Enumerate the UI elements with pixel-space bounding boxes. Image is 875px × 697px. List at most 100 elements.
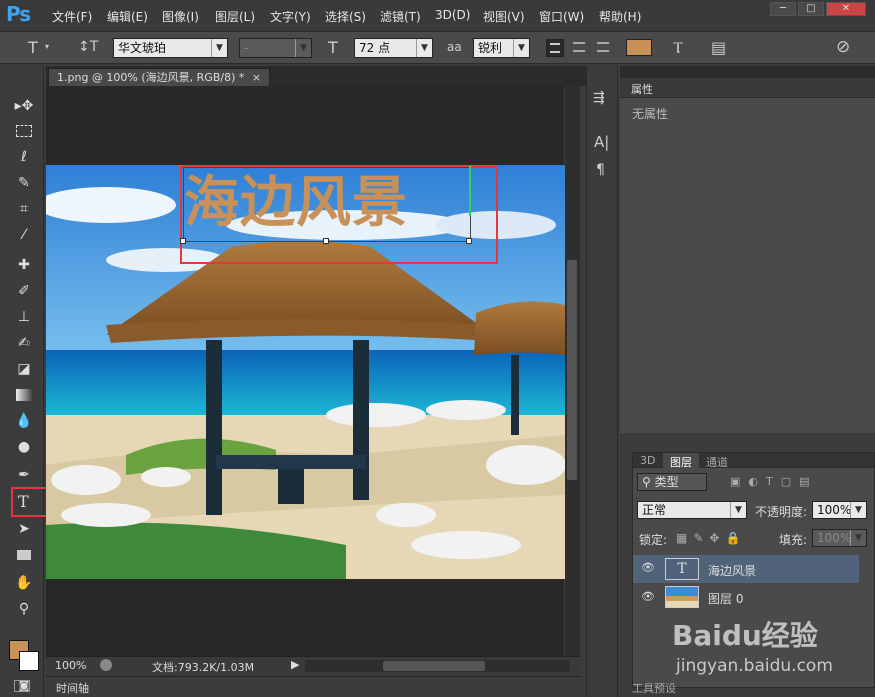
menu-type[interactable]: 文字(Y) [270,8,311,25]
quick-select-tool-icon[interactable]: ✎ [12,172,36,194]
text-tool-preset-icon[interactable]: T [28,38,38,57]
timeline-label[interactable]: 时间轴 [56,680,89,696]
scroll-thumb[interactable] [383,661,485,671]
rectangle-tool-icon[interactable] [12,544,36,566]
menu-window[interactable]: 窗口(W) [539,8,584,25]
menu-filter[interactable]: 滤镜(T) [380,8,421,25]
paragraph-icon[interactable]: ¶ [596,162,605,178]
blend-mode-select[interactable]: 正常 ▼ [637,501,747,519]
font-size-value: 72 点 [359,41,391,55]
fill-label: 填充: [779,533,808,547]
text-layer-thumbnail-icon: T [665,558,699,580]
antialias-select[interactable]: 锐利 ▼ [473,38,530,58]
chevron-down-icon: ▼ [730,502,746,518]
warp-text-icon[interactable]: Ⲧ [673,38,683,58]
transform-handle[interactable] [323,238,329,244]
history-icon[interactable]: ⇶ [593,90,605,106]
chevron-down-icon: ▼ [513,39,529,57]
status-icon [100,659,112,671]
align-center-icon [573,42,585,52]
pen-tool-icon[interactable]: ✒ [12,464,36,486]
opacity-value: 100% [817,503,852,517]
properties-title[interactable]: 属性 [631,81,653,97]
tab-3d[interactable]: 3D [640,454,655,467]
zoom-level[interactable]: 100% [55,659,86,672]
text-color-swatch[interactable] [626,39,652,56]
align-left-button[interactable] [546,39,564,57]
baidu-watermark: Baidu经验 [672,619,818,652]
zoom-tool-icon[interactable]: ⚲ [12,598,36,620]
document-tab[interactable]: 1.png @ 100% (海边风景, RGB/8) * × [48,68,271,86]
transform-handle[interactable] [180,238,186,244]
eraser-tool-icon[interactable]: ◪ [12,358,36,380]
crop-tool-icon[interactable]: ⌗ [12,198,36,220]
chevron-down-icon: ▼ [850,502,866,518]
timeline-bar [46,676,580,697]
font-family-select[interactable]: 华文琥珀 ▼ [113,38,228,58]
chevron-down-icon: ▼ [211,39,227,57]
character-panel-icon[interactable]: ▤ [711,38,726,57]
brush-tool-icon[interactable]: ✐ [12,280,36,302]
menu-help[interactable]: 帮助(H) [599,8,641,25]
font-style-select[interactable]: - ▼ [239,38,312,58]
hand-tool-icon[interactable]: ✋ [12,572,36,594]
fill-input[interactable]: 100% ▼ [812,529,867,547]
status-menu-icon[interactable]: ▶ [291,658,299,671]
history-brush-tool-icon[interactable]: ✍ [12,332,36,354]
opacity-input[interactable]: 100% ▼ [812,501,867,519]
eyedropper-tool-icon[interactable]: ⁄ [12,224,36,246]
align-right-icon [597,42,609,52]
font-family-value: 华文琥珀 [118,41,167,55]
menu-image[interactable]: 图像(I) [162,8,199,25]
menu-edit[interactable]: 编辑(E) [107,8,148,25]
menu-file[interactable]: 文件(F) [52,8,92,25]
menu-view[interactable]: 视图(V) [483,8,525,25]
move-tool-icon[interactable]: ▸✥ [12,95,36,117]
tab-channels[interactable]: 通道 [706,454,728,470]
photoshop-logo: Ps [6,2,31,26]
chevron-down-icon: ▼ [850,530,866,546]
properties-header [620,78,875,98]
collapsed-panel-dock [586,66,618,697]
font-size-select[interactable]: 72 点 ▼ [354,38,433,58]
canvas-text-layer[interactable]: 海边风景 [184,164,408,240]
maximize-button[interactable]: □ [798,2,824,16]
background-color-swatch[interactable] [19,651,39,671]
character-icon[interactable]: A| [594,133,609,151]
visibility-eye-icon[interactable]: 👁 [641,590,655,603]
path-selection-tool-icon[interactable]: ➤ [12,518,36,540]
scroll-thumb[interactable] [567,260,577,480]
text-orientation-icon[interactable]: ↕T [78,39,98,55]
transform-handle[interactable] [466,238,472,244]
close-icon[interactable]: × [252,71,261,84]
layer-name-text[interactable]: 海边风景 [708,562,756,579]
blur-tool-icon[interactable]: 💧 [12,410,36,432]
layer-name-image[interactable]: 图层 0 [708,590,743,607]
search-icon: ⚲ [642,475,651,489]
visibility-eye-icon[interactable]: 👁 [641,561,655,574]
layer-filter-icons[interactable]: ▣◐T▢▤ [730,475,818,488]
menu-3d[interactable]: 3D(D) [435,8,470,22]
layer-filter-select[interactable]: ⚲ 类型 [637,473,707,491]
gradient-tool-icon[interactable] [12,384,36,406]
dodge-tool-icon[interactable]: ● [12,436,36,458]
minimize-button[interactable]: ─ [770,2,796,16]
screen-mode-icon[interactable] [14,680,30,692]
lock-icons[interactable]: ▦✎✥🔒 [676,531,746,545]
tool-presets-tab[interactable]: 工具预设 [632,680,676,696]
menu-select[interactable]: 选择(S) [325,8,366,25]
chevron-down-icon[interactable]: ▾ [45,42,49,51]
menu-layer[interactable]: 图层(L) [215,8,255,25]
align-center-button[interactable] [570,39,588,57]
align-right-button[interactable] [594,39,612,57]
close-window-button[interactable]: ✕ [826,2,866,16]
horizontal-scrollbar[interactable] [305,660,570,672]
tab-layers[interactable]: 图层 [670,454,692,470]
cancel-icon[interactable]: ⊘ [836,37,850,57]
lasso-tool-icon[interactable]: ℓ [12,146,36,168]
healing-brush-tool-icon[interactable]: ✚ [12,254,36,276]
align-left-icon [550,43,560,53]
vertical-scrollbar[interactable] [565,86,580,656]
marquee-tool-icon[interactable] [12,120,36,142]
clone-stamp-tool-icon[interactable]: ⊥ [12,306,36,328]
